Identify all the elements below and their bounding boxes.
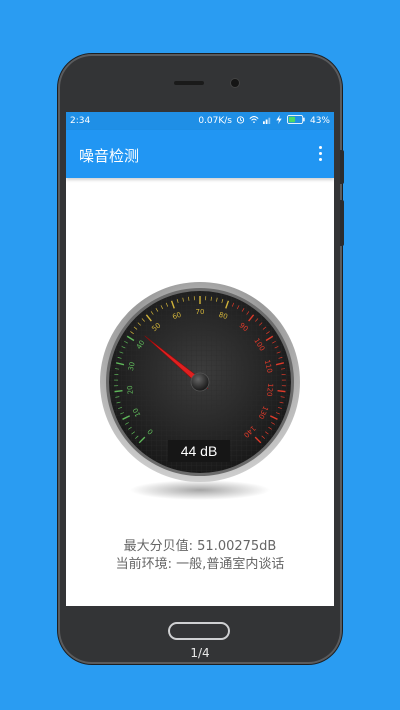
sound-level-gauge: 0102030405060 70 8090100110120130140 44 dB (100, 282, 300, 500)
gauge-scale-label: 70 (196, 308, 205, 316)
status-time: 2:34 (70, 116, 91, 126)
signal-icon (262, 115, 272, 127)
gauge-scale-label: 120 (265, 383, 274, 397)
battery-percent: 43% (309, 116, 330, 126)
battery-icon (286, 115, 306, 127)
app-bar: 噪音检测 (66, 130, 334, 178)
network-speed: 0.07K/s (198, 116, 232, 126)
home-button[interactable] (168, 622, 230, 640)
max-db-label: 最大分贝值: 51.00275dB (123, 539, 277, 554)
alarm-icon (236, 115, 245, 127)
more-vert-icon[interactable] (314, 143, 326, 163)
earpiece-speaker (174, 81, 204, 85)
noise-info: 最大分贝值: 51.00275dB 当前环境: 一般,普通室内谈话 (66, 538, 334, 574)
gauge-hub (190, 372, 210, 392)
gauge-tick (277, 390, 286, 393)
environment-label: 当前环境: 一般,普通室内谈话 (115, 557, 285, 572)
front-camera (231, 79, 239, 87)
wifi-icon (249, 115, 259, 127)
status-bar: 2:34 0.07K/s 43% (66, 112, 334, 130)
gauge-readout: 44 dB (181, 443, 218, 459)
app-title: 噪音检测 (79, 147, 140, 165)
volume-button (340, 150, 344, 184)
page-indicator: 1/4 (190, 646, 210, 660)
gauge-tick (114, 390, 123, 393)
app-screen: 2:34 0.07K/s 43% 噪音检测 0 10 20 30 40 50 6… (66, 112, 334, 606)
gauge-scale-label: 20 (126, 385, 135, 395)
charging-icon (276, 115, 282, 127)
power-button (340, 200, 344, 246)
